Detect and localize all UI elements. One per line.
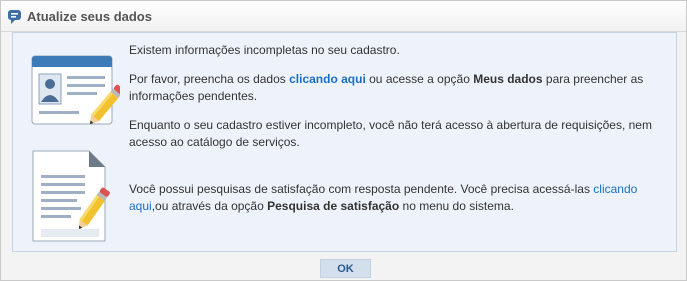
survey-option-label: Pesquisa de satisfação — [267, 199, 400, 213]
dialog-titlebar: Atualize seus dados — [1, 1, 686, 32]
fill-data-message: Por favor, preencha os dados clicando aq… — [129, 71, 664, 105]
incomplete-message: Existem informações incompletas no seu c… — [129, 43, 400, 57]
chat-bubble-icon — [7, 9, 23, 25]
survey-suffix-text: no menu do sistema. — [399, 199, 514, 213]
survey-middle-text: ,ou através da opção — [151, 199, 268, 213]
document-pencil-icon — [31, 149, 111, 248]
message-panel: Existem informações incompletas no seu c… — [12, 32, 677, 252]
my-data-option-label: Meus dados — [473, 72, 543, 86]
id-card-pencil-icon — [30, 54, 124, 137]
dialog-title: Atualize seus dados — [27, 9, 152, 24]
no-access-message: Enquanto o seu cadastro estiver incomple… — [129, 118, 652, 149]
survey-prefix-text: Você possui pesquisas de satisfação com … — [129, 182, 594, 196]
update-data-dialog: Atualize seus dados Existem informações … — [0, 0, 687, 281]
fill-prefix-text: Por favor, preencha os dados — [129, 72, 290, 86]
ok-button[interactable]: OK — [320, 259, 371, 278]
fill-middle-text: ou acesse a opção — [365, 72, 474, 86]
survey-message: Você possui pesquisas de satisfação com … — [129, 181, 664, 215]
profile-click-here-link[interactable]: clicando aqui — [289, 72, 366, 86]
